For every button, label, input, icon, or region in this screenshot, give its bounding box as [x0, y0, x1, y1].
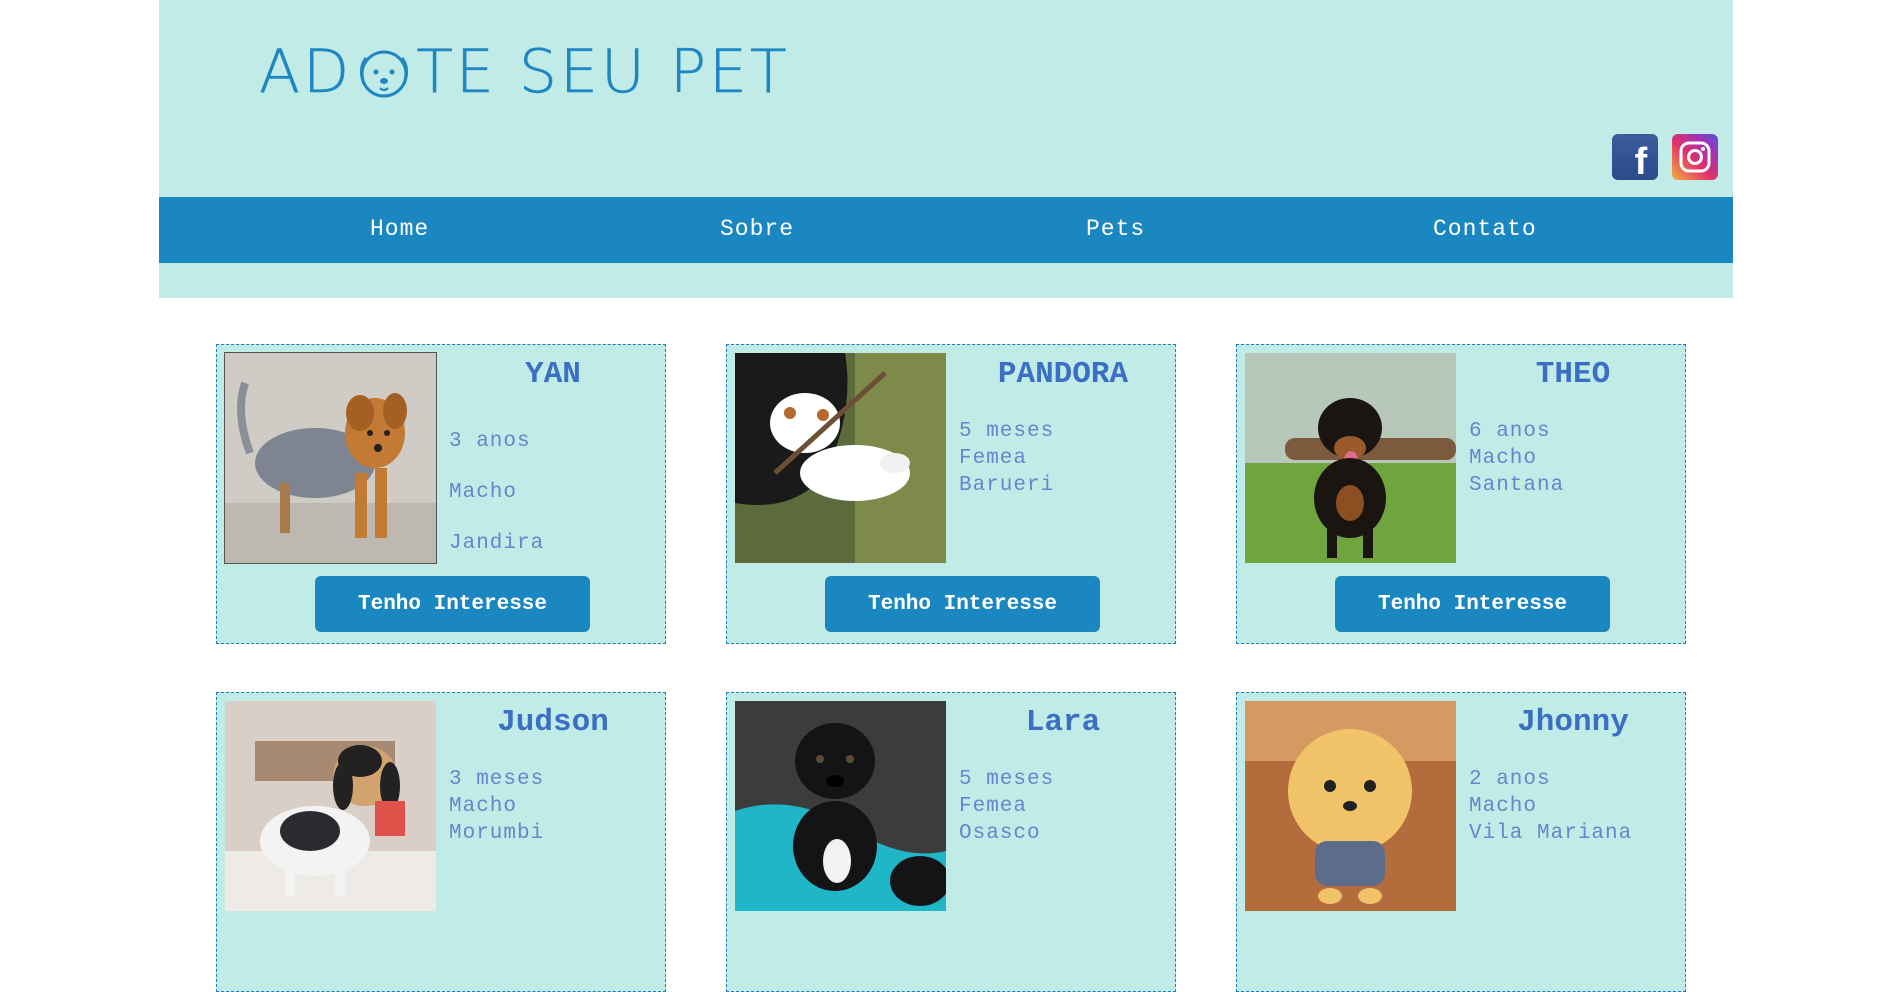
interest-button[interactable]: Tenho Interesse — [315, 576, 590, 632]
pet-city: Osasco — [959, 822, 1041, 845]
pet-age: 3 anos — [449, 430, 531, 453]
pet-name: THEO — [1535, 357, 1611, 392]
nav-sobre[interactable]: Sobre — [720, 216, 794, 242]
pet-card: YAN 3 anos Macho Jandira Tenho Interesse — [216, 344, 666, 644]
pet-name: Jhonny — [1517, 705, 1629, 740]
pet-info: 2 anos Macho Vila Mariana — [1469, 766, 1632, 847]
pet-photo — [1245, 353, 1456, 563]
nav-contato[interactable]: Contato — [1433, 216, 1537, 242]
pet-name: YAN — [525, 357, 581, 392]
pet-name: Lara — [1025, 705, 1101, 740]
site-header: AD TE SEU PET f Home Sobre Pets Contato — [159, 0, 1733, 298]
pet-name: Judson — [497, 705, 609, 740]
pet-sex: Macho — [1469, 447, 1538, 470]
pet-card: THEO 6 anos Macho Santana Tenho Interess… — [1236, 344, 1686, 644]
facebook-icon[interactable]: f — [1612, 134, 1658, 183]
pet-city: Santana — [1469, 474, 1565, 497]
pet-age: 5 meses — [959, 768, 1055, 791]
pet-card: PANDORA 5 meses Femea Barueri Tenho Inte… — [726, 344, 1176, 644]
pet-photo — [735, 353, 946, 563]
instagram-icon[interactable] — [1672, 134, 1718, 180]
pet-city: Barueri — [959, 474, 1055, 497]
interest-button[interactable]: Tenho Interesse — [1335, 576, 1610, 632]
pet-city: Morumbi — [449, 822, 545, 845]
pet-city: Vila Mariana — [1469, 822, 1633, 845]
pet-name: PANDORA — [997, 357, 1129, 392]
pet-info: 3 meses Macho Morumbi — [449, 766, 544, 847]
pet-info: 5 meses Femea Barueri — [959, 418, 1054, 499]
pet-age: 5 meses — [959, 420, 1055, 443]
pet-sex: Femea — [959, 795, 1028, 818]
social-links: f — [1612, 134, 1718, 183]
pet-age: 2 anos — [1469, 768, 1551, 791]
pet-card: Judson 3 meses Macho Morumbi — [216, 692, 666, 992]
site-logo[interactable]: AD TE SEU PET — [259, 37, 790, 108]
pet-info: 6 anos Macho Santana — [1469, 418, 1564, 499]
nav-pets[interactable]: Pets — [1086, 216, 1145, 242]
logo-text-end: TE SEU PET — [416, 37, 790, 108]
pet-photo — [224, 352, 437, 564]
pet-photo — [735, 701, 946, 911]
pet-photo — [225, 701, 436, 911]
pet-city: Jandira — [449, 532, 545, 555]
pet-age: 3 meses — [449, 768, 545, 791]
pet-card: Lara 5 meses Femea Osasco — [726, 692, 1176, 992]
nav-home[interactable]: Home — [370, 216, 429, 242]
interest-button[interactable]: Tenho Interesse — [825, 576, 1100, 632]
logo-text-start: AD — [259, 37, 353, 108]
dog-face-icon — [356, 44, 412, 100]
pet-info: 5 meses Femea Osasco — [959, 766, 1054, 847]
pet-card: Jhonny 2 anos Macho Vila Mariana — [1236, 692, 1686, 992]
pet-sex: Macho — [1469, 795, 1538, 818]
main-nav: Home Sobre Pets Contato — [159, 197, 1733, 263]
pet-photo — [1245, 701, 1456, 911]
pet-sex: Macho — [449, 795, 518, 818]
pet-sex: Femea — [959, 447, 1028, 470]
pet-info: 3 anos Macho Jandira — [449, 416, 544, 569]
pet-age: 6 anos — [1469, 420, 1551, 443]
pet-sex: Macho — [449, 481, 518, 504]
